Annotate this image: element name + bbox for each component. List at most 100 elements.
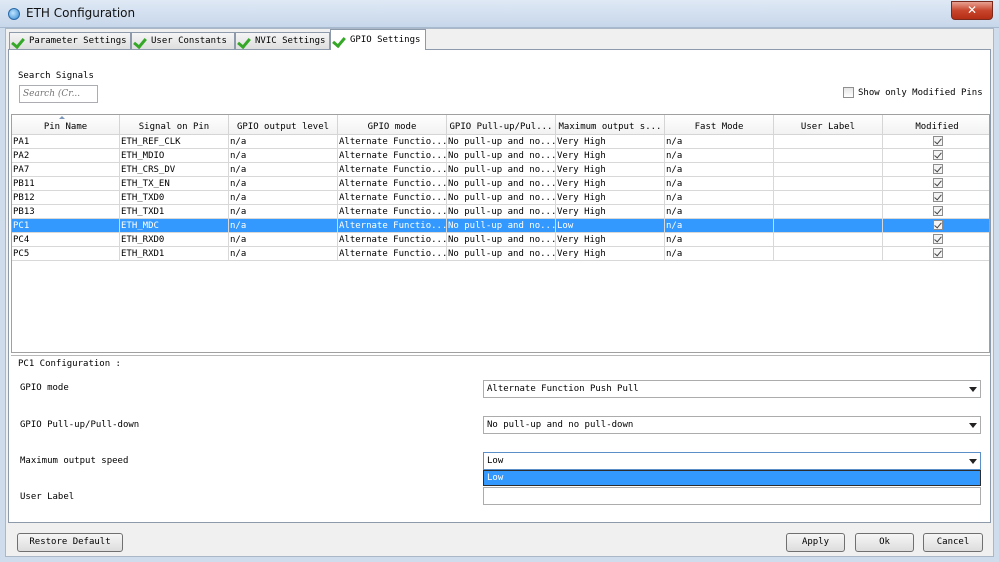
cell-level: n/a xyxy=(229,247,338,261)
show-modified-toggle[interactable]: Show only Modified Pins xyxy=(843,87,983,98)
col-modified[interactable]: Modified xyxy=(883,115,989,135)
cell-speed: Very High xyxy=(556,177,665,191)
cell-pull: No pull-up and no... xyxy=(448,219,556,233)
sort-ascending-icon xyxy=(59,116,65,119)
search-input[interactable] xyxy=(19,85,98,103)
cell-fast: n/a xyxy=(665,135,774,149)
chevron-down-icon[interactable] xyxy=(965,381,980,397)
gpio-mode-label: GPIO mode xyxy=(20,383,69,393)
cell-speed: Very High xyxy=(556,233,665,247)
pull-select[interactable]: No pull-up and no pull-down xyxy=(483,416,981,434)
cell-level: n/a xyxy=(229,191,338,205)
modified-checkbox[interactable] xyxy=(933,234,943,244)
cell-fast: n/a xyxy=(665,219,774,233)
section-divider xyxy=(11,355,990,356)
check-icon xyxy=(333,34,347,46)
modified-checkbox[interactable] xyxy=(933,220,943,230)
cell-level: n/a xyxy=(229,163,338,177)
modified-checkbox[interactable] xyxy=(933,136,943,146)
modified-checkbox[interactable] xyxy=(933,150,943,160)
table-row[interactable]: PC4 ETH_RXD0 n/a Alternate Functio... No pul… xyxy=(12,233,989,247)
col-max-speed[interactable]: Maximum output s... xyxy=(556,115,665,135)
cell-mode: Alternate Functio... xyxy=(339,163,447,177)
cell-speed: Very High xyxy=(556,149,665,163)
col-fast-mode[interactable]: Fast Mode xyxy=(665,115,774,135)
cell-signal: ETH_MDIO xyxy=(120,149,229,163)
cell-pull: No pull-up and no... xyxy=(448,191,556,205)
table-row[interactable]: PC5 ETH_RXD1 n/a Alternate Functio... No pul… xyxy=(12,247,989,261)
ok-button[interactable]: Ok xyxy=(855,533,914,552)
cell-fast: n/a xyxy=(665,191,774,205)
cell-fast: n/a xyxy=(665,149,774,163)
cell-speed: Very High xyxy=(556,191,665,205)
cell-pin: PB13 xyxy=(12,205,120,219)
checkbox[interactable] xyxy=(843,87,854,98)
modified-checkbox[interactable] xyxy=(933,164,943,174)
cell-level: n/a xyxy=(229,135,338,149)
cell-label xyxy=(774,177,883,191)
tab-label: NVIC Settings xyxy=(255,36,326,46)
col-gpio-mode[interactable]: GPIO mode xyxy=(338,115,447,135)
cell-mode: Alternate Functio... xyxy=(339,191,447,205)
app-icon xyxy=(8,8,20,20)
pull-value: No pull-up and no pull-down xyxy=(487,420,634,430)
show-modified-label: Show only Modified Pins xyxy=(858,87,983,98)
table-row[interactable]: PB13 ETH_TXD1 n/a Alternate Functio... No pu… xyxy=(12,205,989,219)
cell-pin: PC5 xyxy=(12,247,120,261)
cell-signal: ETH_TXD0 xyxy=(120,191,229,205)
gpio-settings-panel: Search Signals Show only Modified Pins P… xyxy=(8,49,991,523)
cell-signal: ETH_REF_CLK xyxy=(120,135,229,149)
table-row[interactable]: PA7 ETH_CRS_DV n/a Alternate Functio... No p… xyxy=(12,163,989,177)
table-row[interactable]: PA1 ETH_REF_CLK n/a Alternate Functio... No … xyxy=(12,135,989,149)
window-title: ETH Configuration xyxy=(26,6,136,20)
cancel-button[interactable]: Cancel xyxy=(923,533,983,552)
cell-fast: n/a xyxy=(665,163,774,177)
cell-mode: Alternate Functio... xyxy=(339,233,447,247)
cell-label xyxy=(774,205,883,219)
restore-default-button[interactable]: Restore Default xyxy=(17,533,123,552)
table-header: Pin Name Signal on Pin GPIO output level… xyxy=(12,115,989,135)
cell-pull: No pull-up and no... xyxy=(448,163,556,177)
cell-label xyxy=(774,149,883,163)
cell-signal: ETH_TX_EN xyxy=(120,177,229,191)
table-row[interactable]: PB11 ETH_TX_EN n/a Alternate Functio... No p… xyxy=(12,177,989,191)
chevron-down-icon[interactable] xyxy=(965,453,980,469)
modified-checkbox[interactable] xyxy=(933,192,943,202)
cell-fast: n/a xyxy=(665,233,774,247)
tab-parameter-settings[interactable]: Parameter Settings xyxy=(9,32,131,49)
table-row[interactable]: PB12 ETH_TXD0 n/a Alternate Functio... No pu… xyxy=(12,191,989,205)
cell-mode: Alternate Functio... xyxy=(339,149,447,163)
cell-label xyxy=(774,163,883,177)
cell-pin: PC1 xyxy=(12,219,120,233)
speed-select[interactable]: Low xyxy=(483,452,981,470)
dropdown-option-low[interactable]: Low xyxy=(484,471,980,485)
col-output-level[interactable]: GPIO output level xyxy=(229,115,338,135)
apply-button[interactable]: Apply xyxy=(786,533,845,552)
search-signals-label: Search Signals xyxy=(18,71,94,81)
col-pin-name[interactable]: Pin Name xyxy=(12,115,120,135)
cell-pull: No pull-up and no... xyxy=(448,247,556,261)
check-icon xyxy=(238,35,252,47)
cell-level: n/a xyxy=(229,219,338,233)
tab-nvic-settings[interactable]: NVIC Settings xyxy=(235,32,330,49)
close-button[interactable]: ✕ xyxy=(951,1,993,20)
table-row[interactable]: PC1 ETH_MDC n/a Alternate Functio... No pull… xyxy=(12,219,989,233)
col-signal[interactable]: Signal on Pin xyxy=(120,115,229,135)
speed-label: Maximum output speed xyxy=(20,456,129,466)
modified-checkbox[interactable] xyxy=(933,178,943,188)
tab-label: Parameter Settings xyxy=(29,36,127,46)
col-pull[interactable]: GPIO Pull-up/Pul... xyxy=(447,115,556,135)
chevron-down-icon[interactable] xyxy=(965,417,980,433)
modified-checkbox[interactable] xyxy=(933,206,943,216)
table-row[interactable]: PA2 ETH_MDIO n/a Alternate Functio... No pul… xyxy=(12,149,989,163)
modified-checkbox[interactable] xyxy=(933,248,943,258)
check-icon xyxy=(134,35,148,47)
cell-speed: Low xyxy=(556,219,665,233)
col-user-label[interactable]: User Label xyxy=(774,115,883,135)
cell-level: n/a xyxy=(229,177,338,191)
tab-user-constants[interactable]: User Constants xyxy=(131,32,235,49)
cell-fast: n/a xyxy=(665,247,774,261)
user-label-input[interactable] xyxy=(483,487,981,505)
gpio-mode-select[interactable]: Alternate Function Push Pull xyxy=(483,380,981,398)
tab-gpio-settings[interactable]: GPIO Settings xyxy=(330,29,426,50)
